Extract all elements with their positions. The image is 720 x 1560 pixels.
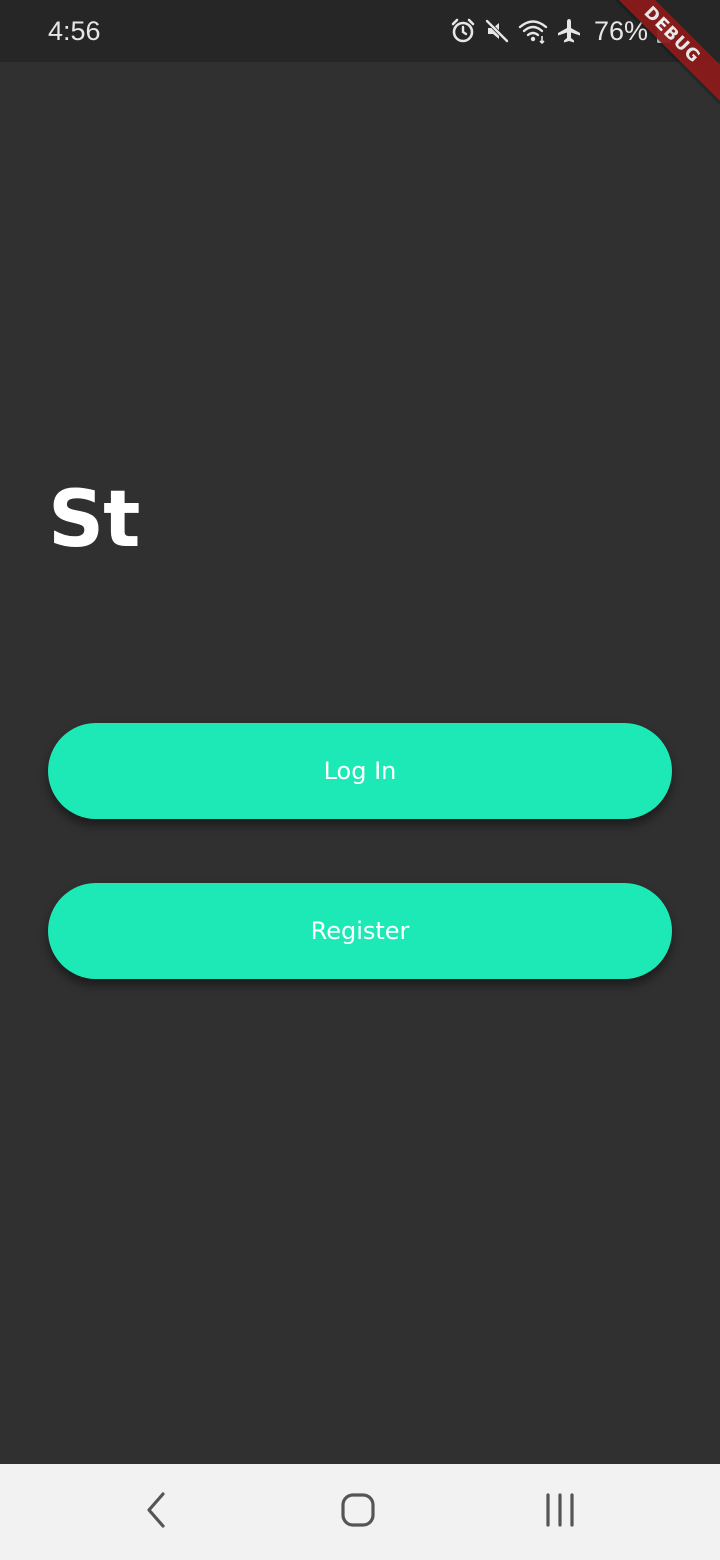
navigation-bar: [0, 1464, 720, 1560]
app-title: St: [48, 475, 140, 565]
home-button[interactable]: [328, 1488, 388, 1536]
status-time: 4:56: [48, 16, 101, 46]
recent-apps-icon: [540, 1490, 580, 1534]
back-button[interactable]: [126, 1488, 186, 1536]
alarm-icon: [450, 18, 476, 44]
mute-icon: [484, 18, 510, 44]
home-icon: [338, 1490, 378, 1534]
login-button-label: Log In: [323, 757, 397, 785]
wifi-icon: [518, 18, 548, 44]
recent-apps-button[interactable]: [530, 1488, 590, 1536]
airplane-icon: [556, 18, 582, 44]
register-button-label: Register: [310, 917, 410, 945]
login-button[interactable]: Log In: [48, 723, 672, 819]
back-icon: [141, 1490, 171, 1534]
register-button[interactable]: Register: [48, 883, 672, 979]
status-bar: 4:56 76%: [0, 0, 720, 62]
